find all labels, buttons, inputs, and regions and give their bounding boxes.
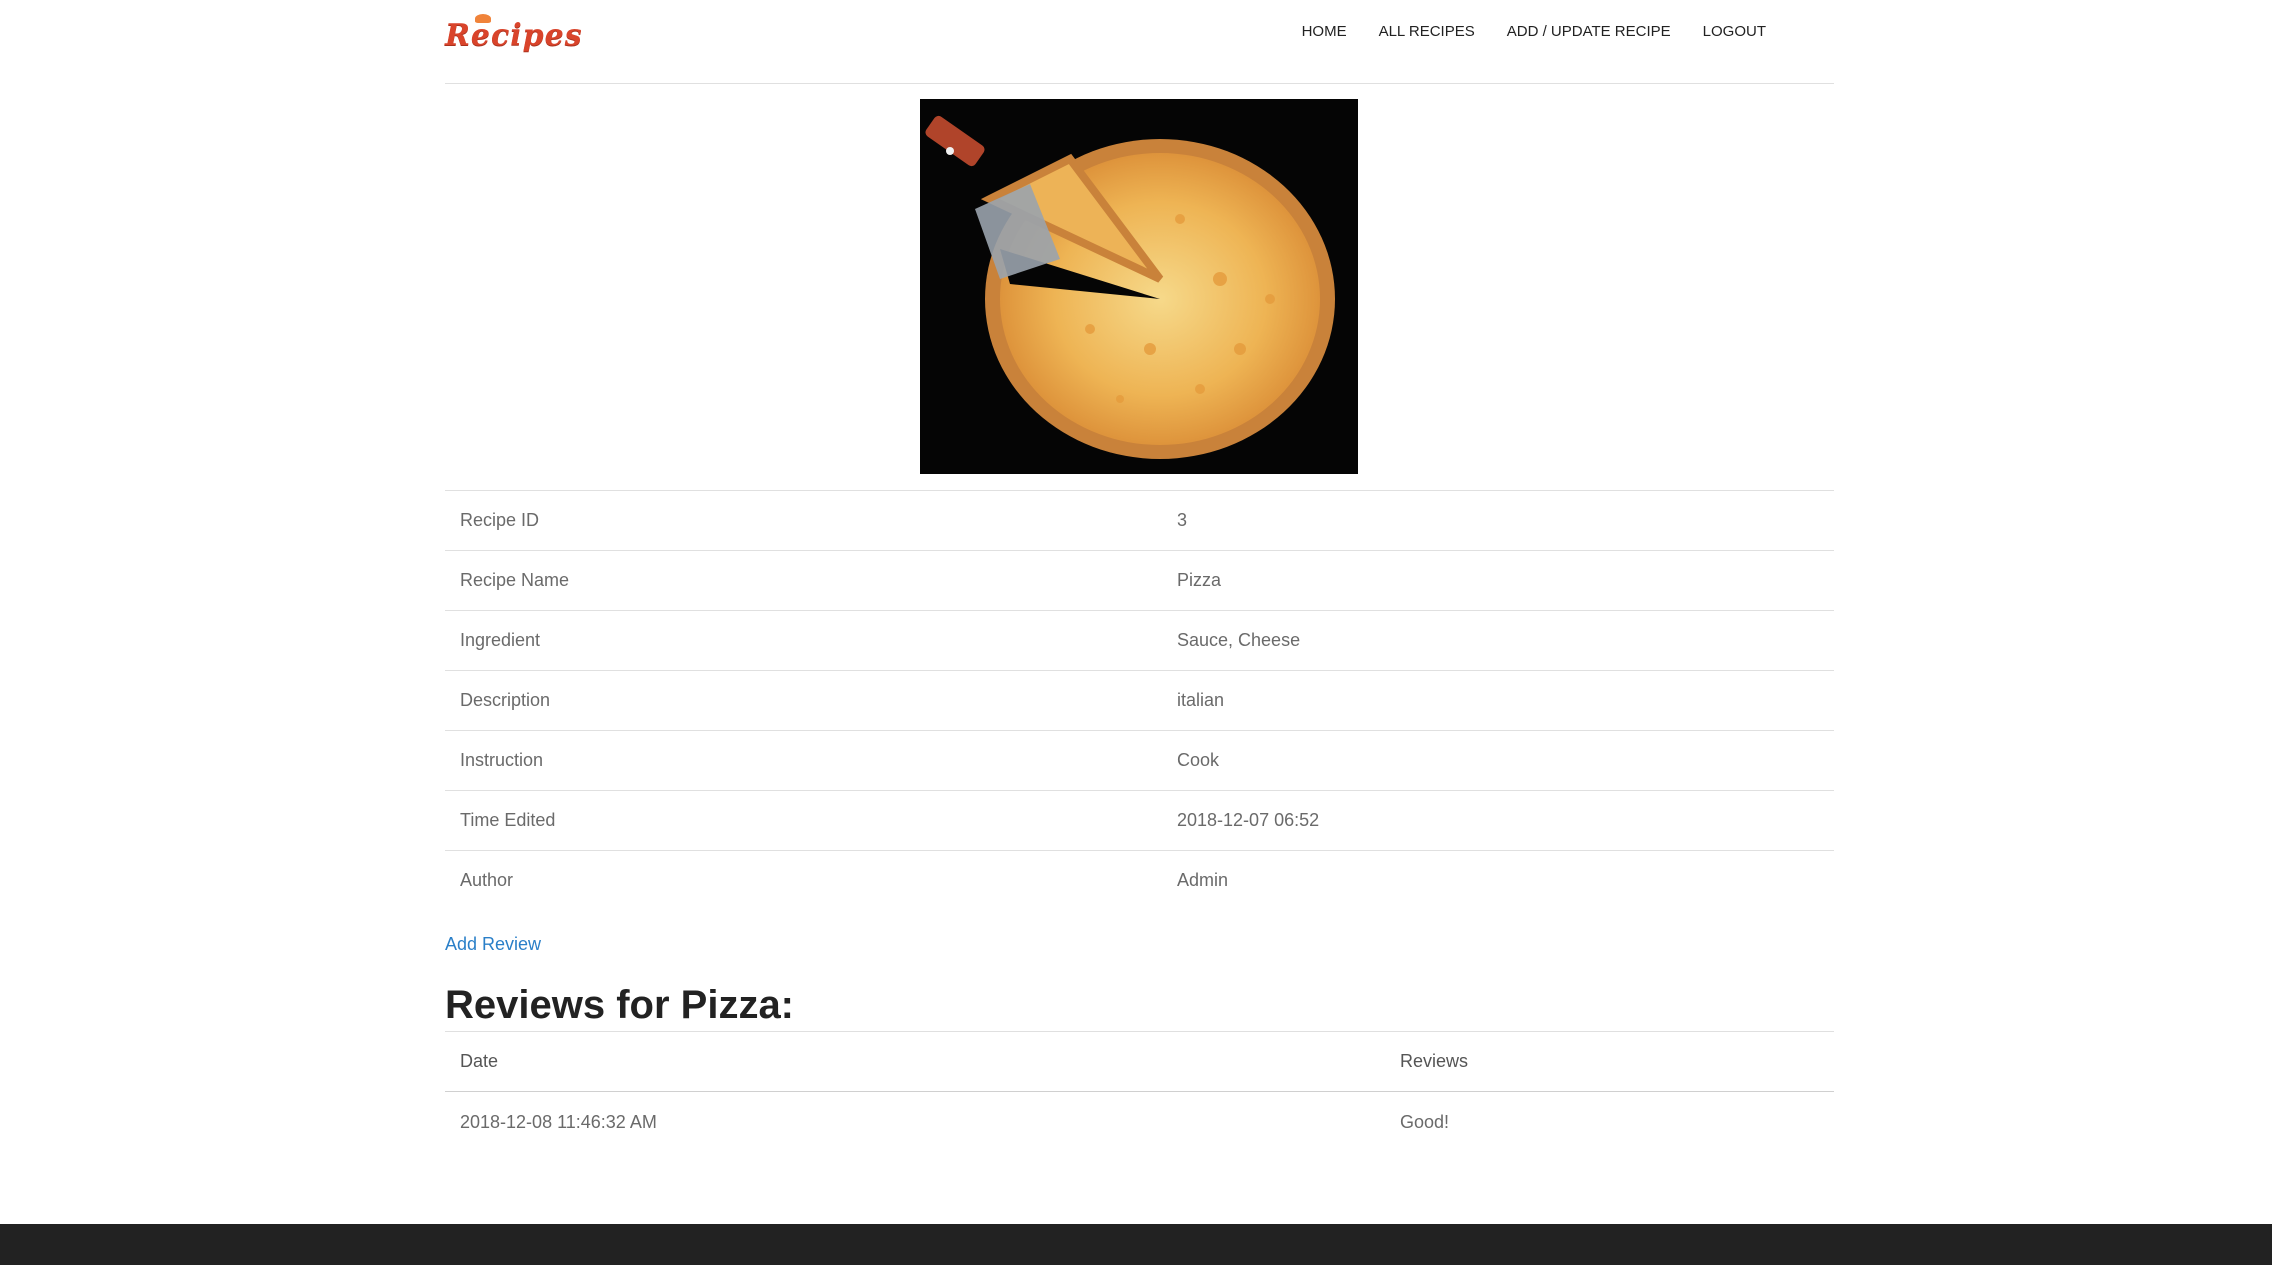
nav-add-update-recipe[interactable]: ADD / UPDATE RECIPE	[1507, 22, 1671, 42]
row-value: Cook	[1162, 730, 1834, 791]
row-label: Author	[460, 870, 514, 890]
main-nav: HOME ALL RECIPES ADD / UPDATE RECIPE LOG…	[1270, 22, 1766, 42]
pizza-image	[920, 99, 1358, 474]
recipe-image-section	[445, 84, 1834, 491]
footer	[0, 1224, 2272, 1265]
review-date: 2018-12-08 11:46:32 AM	[460, 1111, 657, 1132]
add-review-link[interactable]: Add Review	[445, 934, 541, 955]
site-header: Recipes HOME ALL RECIPES ADD / UPDATE RE…	[445, 0, 1834, 84]
table-row: Instruction Cook	[445, 730, 1834, 791]
row-label: Description	[445, 670, 1162, 731]
recipe-details-table: Recipe ID 3 Recipe Name Pizza Ingredient…	[445, 491, 1834, 910]
table-row: 2018-12-08 11:46:32 AM Good!	[445, 1092, 1834, 1153]
row-label: Recipe ID	[445, 491, 1162, 551]
page-container: Recipes HOME ALL RECIPES ADD / UPDATE RE…	[445, 0, 1834, 1152]
table-row: Author Admin	[445, 851, 1834, 911]
row-label: Instruction	[445, 730, 1162, 791]
row-label: Ingredient	[445, 610, 1162, 671]
nav-logout[interactable]: LOGOUT	[1703, 22, 1766, 42]
table-header-row: Date Reviews	[445, 1032, 1834, 1092]
row-value: Pizza	[1162, 550, 1834, 611]
table-row: Recipe Name Pizza	[445, 550, 1834, 611]
table-row: Ingredient Sauce, Cheese	[445, 610, 1834, 671]
nav-all-recipes[interactable]: ALL RECIPES	[1379, 22, 1475, 42]
nav-home[interactable]: HOME	[1302, 22, 1347, 42]
logo[interactable]: Recipes	[445, 10, 582, 58]
row-label: Recipe Name	[445, 550, 1162, 611]
reviews-table: Date Reviews 2018-12-08 11:46:32 AM Good…	[445, 1032, 1834, 1152]
column-header-date: Date	[445, 1032, 1385, 1092]
row-value: Admin	[1177, 870, 1229, 890]
table-row: Description italian	[445, 670, 1834, 731]
row-value: 3	[1162, 491, 1834, 551]
row-label: Time Edited	[445, 790, 1162, 851]
logo-text: Recipes	[445, 18, 583, 53]
review-text: Good!	[1400, 1111, 1450, 1132]
reviews-title: Reviews for Pizza:	[445, 981, 1834, 1032]
table-row: Recipe ID 3	[445, 491, 1834, 551]
row-value: 2018-12-07 06:52	[1162, 790, 1834, 851]
row-value: Sauce, Cheese	[1162, 610, 1834, 671]
table-row: Time Edited 2018-12-07 06:52	[445, 790, 1834, 851]
column-header-reviews: Reviews	[1385, 1032, 1834, 1092]
row-value: italian	[1162, 670, 1834, 731]
